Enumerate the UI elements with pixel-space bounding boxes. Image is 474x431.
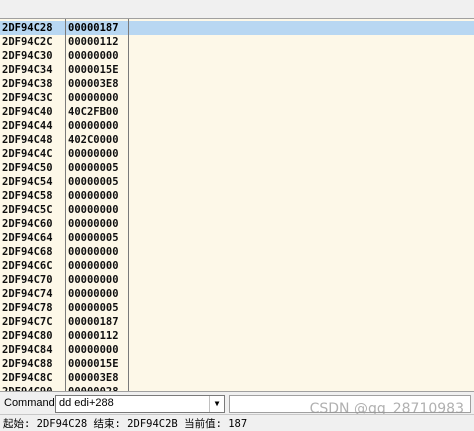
dump-row[interactable]: 2DF94C48 402C0000 bbox=[0, 133, 474, 147]
dump-row-address: 2DF94C64 bbox=[2, 232, 53, 244]
dump-row-value: 00000005 bbox=[68, 162, 119, 174]
dump-row[interactable]: 2DF94C80 00000112 bbox=[0, 329, 474, 343]
dump-row[interactable]: 2DF94C28 00000187 bbox=[0, 21, 474, 35]
column-divider bbox=[128, 19, 129, 391]
dump-row-value: 0000015E bbox=[68, 358, 119, 370]
dump-row-address: 2DF94C54 bbox=[2, 176, 53, 188]
dump-row-value: 00000028 bbox=[68, 386, 119, 392]
dump-row-value: 00000000 bbox=[68, 120, 119, 132]
dump-row-value: 00000000 bbox=[68, 288, 119, 300]
dump-row-value: 0000015E bbox=[68, 64, 119, 76]
dump-row-value: 00000112 bbox=[68, 330, 119, 342]
column-divider bbox=[65, 19, 66, 391]
dump-row-value: 00000112 bbox=[68, 36, 119, 48]
dump-row-value: 00000000 bbox=[68, 50, 119, 62]
dump-row-address: 2DF94C3C bbox=[2, 92, 53, 104]
dump-row-value: 000003E8 bbox=[68, 372, 119, 384]
dump-row-value: 00000000 bbox=[68, 204, 119, 216]
dump-row-value: 00000000 bbox=[68, 190, 119, 202]
dump-row[interactable]: 2DF94C64 00000005 bbox=[0, 231, 474, 245]
dump-row-value: 40C2FB00 bbox=[68, 106, 119, 118]
dump-row[interactable]: 2DF94C6C 00000000 bbox=[0, 259, 474, 273]
dump-row-value: 00000187 bbox=[68, 22, 119, 34]
dump-row[interactable]: 2DF94C4C 00000000 bbox=[0, 147, 474, 161]
dump-row[interactable]: 2DF94C44 00000000 bbox=[0, 119, 474, 133]
dump-row-value: 00000000 bbox=[68, 218, 119, 230]
dump-row-address: 2DF94C40 bbox=[2, 106, 53, 118]
dump-row[interactable]: 2DF94C38 000003E8 bbox=[0, 77, 474, 91]
dump-row-address: 2DF94C30 bbox=[2, 50, 53, 62]
dump-row-address: 2DF94C5C bbox=[2, 204, 53, 216]
dump-row-value: 00000000 bbox=[68, 344, 119, 356]
dump-row[interactable]: 2DF94C78 00000005 bbox=[0, 301, 474, 315]
dump-row-value: 00000005 bbox=[68, 232, 119, 244]
dump-row-address: 2DF94C58 bbox=[2, 190, 53, 202]
dump-row[interactable]: 2DF94C30 00000000 bbox=[0, 49, 474, 63]
dump-row-value: 000003E8 bbox=[68, 78, 119, 90]
dump-row-address: 2DF94C44 bbox=[2, 120, 53, 132]
dump-row-address: 2DF94C6C bbox=[2, 260, 53, 272]
dump-row[interactable]: 2DF94C54 00000005 bbox=[0, 175, 474, 189]
dump-row-address: 2DF94C78 bbox=[2, 302, 53, 314]
dump-row-value: 00000000 bbox=[68, 246, 119, 258]
dump-row-address: 2DF94C8C bbox=[2, 372, 53, 384]
dump-row[interactable]: 2DF94C60 00000000 bbox=[0, 217, 474, 231]
dump-row[interactable]: 2DF94C40 40C2FB00 bbox=[0, 105, 474, 119]
dump-row[interactable]: 2DF94C70 00000000 bbox=[0, 273, 474, 287]
dump-row[interactable]: 2DF94C74 00000000 bbox=[0, 287, 474, 301]
status-bar: 起始: 2DF94C28 结束: 2DF94C2B 当前值: 187 bbox=[0, 414, 474, 430]
chevron-down-icon[interactable]: ▼ bbox=[209, 396, 224, 412]
command-label: Command bbox=[4, 397, 55, 409]
dump-row-address: 2DF94C80 bbox=[2, 330, 53, 342]
dump-row[interactable]: 2DF94C90 00000028 bbox=[0, 385, 474, 392]
dump-row[interactable]: 2DF94C3C 00000000 bbox=[0, 91, 474, 105]
dump-row[interactable]: 2DF94C2C 00000112 bbox=[0, 35, 474, 49]
dump-row[interactable]: 2DF94C68 00000000 bbox=[0, 245, 474, 259]
command-input-value[interactable]: dd edi+288 bbox=[59, 397, 114, 409]
dump-row[interactable]: 2DF94C58 00000000 bbox=[0, 189, 474, 203]
dump-row-address: 2DF94C7C bbox=[2, 316, 53, 328]
dump-row-address: 2DF94C4C bbox=[2, 148, 53, 160]
dump-row-address: 2DF94C90 bbox=[2, 386, 53, 392]
command-input[interactable]: dd edi+288 ▼ bbox=[55, 395, 225, 413]
dump-row[interactable]: 2DF94C34 0000015E bbox=[0, 63, 474, 77]
dump-row-address: 2DF94C38 bbox=[2, 78, 53, 90]
dump-row-address: 2DF94C2C bbox=[2, 36, 53, 48]
dump-row-address: 2DF94C48 bbox=[2, 134, 53, 146]
dump-row-address: 2DF94C50 bbox=[2, 162, 53, 174]
dump-row-address: 2DF94C34 bbox=[2, 64, 53, 76]
dump-row-address: 2DF94C28 bbox=[2, 22, 53, 34]
top-toolbar-fragment bbox=[0, 0, 474, 18]
dump-row-value: 00000000 bbox=[68, 92, 119, 104]
dump-row-address: 2DF94C70 bbox=[2, 274, 53, 286]
dump-row-value: 402C0000 bbox=[68, 134, 119, 146]
dump-row-address: 2DF94C88 bbox=[2, 358, 53, 370]
dump-row-value: 00000000 bbox=[68, 148, 119, 160]
dump-row-value: 00000000 bbox=[68, 274, 119, 286]
dump-row[interactable]: 2DF94C88 0000015E bbox=[0, 357, 474, 371]
dump-row-address: 2DF94C60 bbox=[2, 218, 53, 230]
memory-dump-pane[interactable]: 2DF94C90 00000028 2DF94C8C 000003E8 2DF94C88… bbox=[0, 18, 474, 392]
dump-row-value: 00000005 bbox=[68, 176, 119, 188]
dump-row-value: 00000005 bbox=[68, 302, 119, 314]
dump-row[interactable]: 2DF94C50 00000005 bbox=[0, 161, 474, 175]
dump-row[interactable]: 2DF94C7C 00000187 bbox=[0, 315, 474, 329]
dump-row-address: 2DF94C74 bbox=[2, 288, 53, 300]
dump-row-value: 00000187 bbox=[68, 316, 119, 328]
dump-row[interactable]: 2DF94C5C 00000000 bbox=[0, 203, 474, 217]
dump-row-address: 2DF94C84 bbox=[2, 344, 53, 356]
dump-row[interactable]: 2DF94C8C 000003E8 bbox=[0, 371, 474, 385]
dump-row-value: 00000000 bbox=[68, 260, 119, 272]
dump-row-address: 2DF94C68 bbox=[2, 246, 53, 258]
dump-row[interactable]: 2DF94C84 00000000 bbox=[0, 343, 474, 357]
